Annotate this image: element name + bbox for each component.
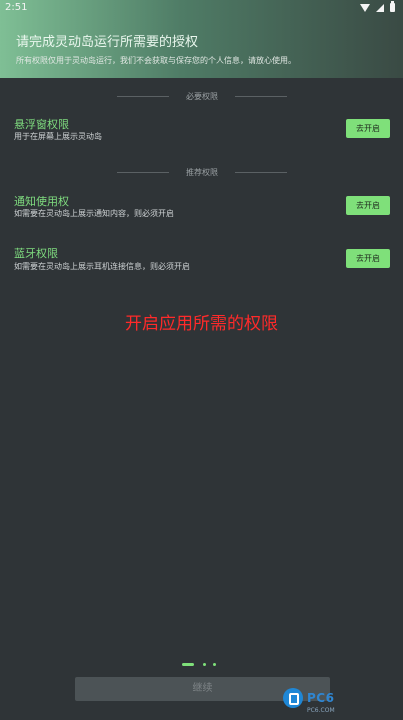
enable-overlay-button[interactable]: 去开启 <box>346 119 390 138</box>
status-bar: 2:51 <box>0 0 403 16</box>
watermark-logo: PC6 PC6.COM <box>283 688 401 718</box>
pc6-logo-icon <box>283 688 303 708</box>
permission-desc-bluetooth: 如需要在灵动岛上展示耳机连接信息，则必须开启 <box>14 262 190 271</box>
enable-notification-button[interactable]: 去开启 <box>346 196 390 215</box>
section-divider-recommended: 推荐权限 <box>117 167 287 177</box>
permission-title-overlay: 悬浮窗权限 <box>14 118 69 131</box>
header-banner: 2:51 请完成灵动岛运行所需要的授权 所有权限仅用于灵动岛运行，我们不会获取与… <box>0 0 403 78</box>
overlay-caption: 开启应用所需的权限 <box>125 314 278 334</box>
watermark-text: PC6 <box>307 691 335 705</box>
page-dot-active <box>182 663 194 666</box>
enable-bluetooth-button[interactable]: 去开启 <box>346 249 390 268</box>
permission-desc-notification: 如需要在灵动岛上展示通知内容，则必须开启 <box>14 209 174 218</box>
status-icons <box>360 1 395 12</box>
status-time: 2:51 <box>5 2 28 13</box>
permission-title-bluetooth: 蓝牙权限 <box>14 247 58 260</box>
permission-desc-overlay: 用于在屏幕上展示灵动岛 <box>14 132 102 141</box>
page-dot <box>213 663 216 666</box>
wifi-icon <box>360 3 370 12</box>
battery-icon <box>390 1 395 12</box>
watermark-subtext: PC6.COM <box>307 707 335 714</box>
section-divider-required: 必要权限 <box>117 91 287 101</box>
permission-title-notification: 通知使用权 <box>14 195 69 208</box>
page-subtitle: 所有权限仅用于灵动岛运行，我们不会获取与保存您的个人信息，请放心使用。 <box>16 56 296 65</box>
signal-icon <box>376 3 384 12</box>
page-title: 请完成灵动岛运行所需要的授权 <box>16 35 199 50</box>
page-dot <box>203 663 206 666</box>
